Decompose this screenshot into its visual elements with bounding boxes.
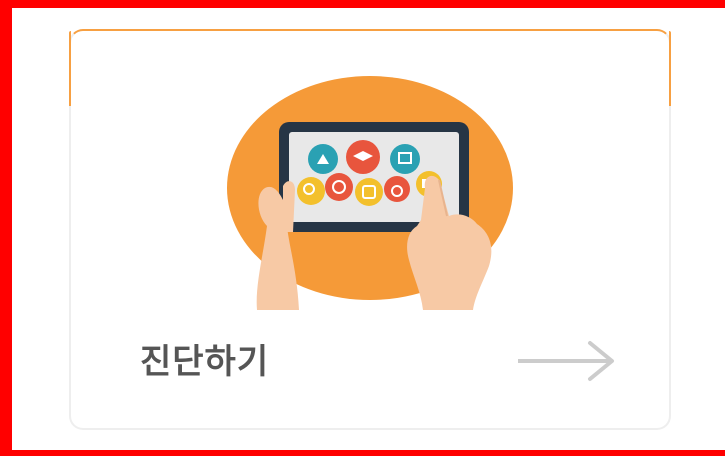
card-accent-right: [669, 31, 671, 106]
arrow-right-icon[interactable]: [518, 339, 618, 383]
tablet-education-icon: [227, 76, 513, 310]
diagnose-card[interactable]: 진단하기: [69, 29, 671, 430]
diagnose-label: 진단하기: [140, 342, 270, 382]
card-accent-left: [69, 31, 71, 106]
